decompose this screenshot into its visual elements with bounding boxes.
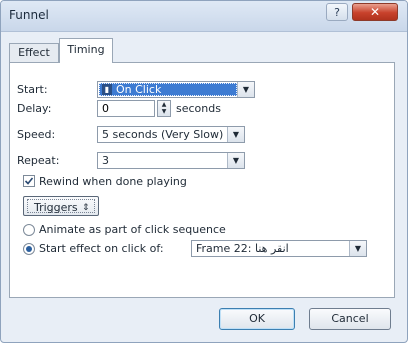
spinner-down-icon[interactable]: ▼	[158, 108, 170, 115]
start-value-text: On Click	[116, 83, 162, 96]
start-selected-value: ▮ On Click	[99, 83, 237, 96]
animate-sequence-radio[interactable]	[23, 224, 35, 236]
help-button[interactable]: ?	[326, 3, 348, 21]
animate-sequence-label[interactable]: Animate as part of click sequence	[39, 223, 226, 236]
delay-value: 0	[102, 102, 109, 115]
double-chevron-icon: ⇕	[82, 203, 90, 213]
speed-select[interactable]: 5 seconds (Very Slow) ▼	[97, 126, 245, 143]
repeat-value: 3	[102, 154, 109, 167]
trigger-shape-value: Frame 22: انقر هنا	[196, 242, 289, 255]
start-effect-radio[interactable]	[23, 243, 35, 255]
delay-spinner[interactable]: ▲ ▼	[157, 100, 171, 117]
checkmark-icon	[24, 177, 34, 185]
speed-value: 5 seconds (Very Slow)	[102, 128, 224, 141]
chevron-down-icon[interactable]: ▼	[227, 127, 244, 142]
chevron-down-icon[interactable]: ▼	[227, 153, 244, 168]
effect-options-dialog: Funnel ? ✕ Effect Timing Start: ▮ On Cli…	[0, 0, 408, 343]
repeat-select[interactable]: 3 ▼	[97, 152, 245, 169]
rewind-label[interactable]: Rewind when done playing	[39, 175, 187, 188]
delay-label: Delay:	[17, 102, 52, 115]
tab-timing[interactable]: Timing	[59, 38, 113, 63]
delay-input[interactable]: 0	[97, 100, 155, 117]
start-effect-label[interactable]: Start effect on click of:	[39, 242, 164, 255]
close-icon: ✕	[369, 5, 381, 19]
title-bar[interactable]: Funnel ? ✕	[1, 1, 407, 32]
radio-selected-dot	[26, 246, 32, 252]
dialog-title: Funnel	[9, 8, 49, 22]
tab-effect[interactable]: Effect	[9, 43, 59, 62]
chevron-down-icon[interactable]: ▼	[349, 241, 366, 256]
timing-panel: Start: ▮ On Click ▼ Delay: 0 ▲ ▼ seconds…	[9, 62, 395, 298]
cancel-button[interactable]: Cancel	[309, 308, 391, 330]
delay-unit-label: seconds	[176, 102, 221, 115]
chevron-down-icon[interactable]: ▼	[237, 82, 254, 97]
triggers-label: Triggers	[34, 201, 78, 214]
rewind-checkbox[interactable]	[23, 175, 35, 187]
close-button[interactable]: ✕	[352, 3, 398, 21]
spinner-up-icon[interactable]: ▲	[158, 101, 170, 108]
triggers-button[interactable]: Triggers ⇕	[23, 196, 99, 216]
trigger-shape-select[interactable]: Frame 22: انقر هنا ▼	[191, 240, 367, 257]
start-label: Start:	[17, 83, 48, 96]
ok-button[interactable]: OK	[219, 308, 295, 330]
speed-label: Speed:	[17, 128, 56, 141]
repeat-label: Repeat:	[17, 154, 60, 167]
mouse-click-icon: ▮	[102, 84, 112, 95]
start-select[interactable]: ▮ On Click ▼	[97, 81, 255, 98]
help-icon: ?	[334, 6, 340, 19]
